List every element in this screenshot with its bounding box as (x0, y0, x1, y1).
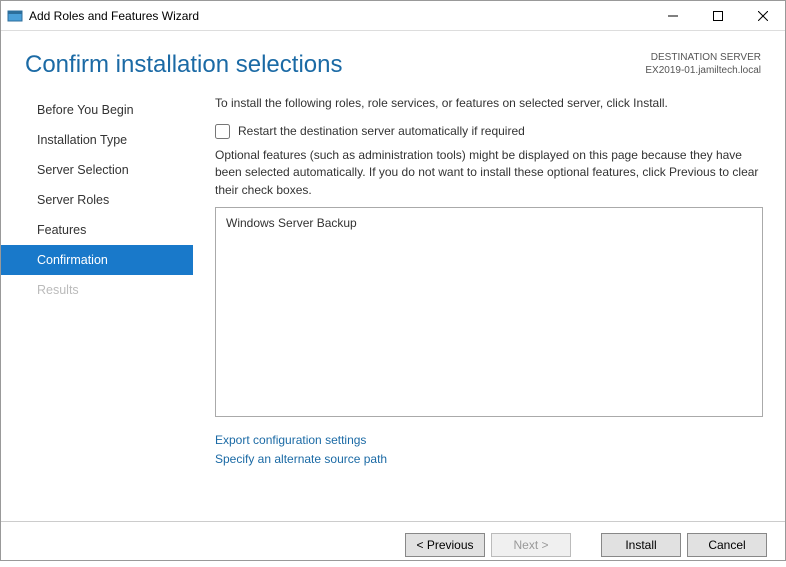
restart-checkbox-row: Restart the destination server automatic… (215, 124, 763, 139)
minimize-button[interactable] (650, 1, 695, 30)
optional-features-text: Optional features (such as administratio… (215, 147, 763, 199)
nav-installation-type[interactable]: Installation Type (1, 125, 193, 155)
links-area: Export configuration settings Specify an… (215, 431, 763, 469)
content-pane: To install the following roles, role ser… (193, 89, 785, 521)
destination-server-info: DESTINATION SERVER EX2019-01.jamiltech.l… (645, 51, 761, 77)
install-button[interactable]: Install (601, 533, 681, 557)
restart-checkbox-label: Restart the destination server automatic… (238, 124, 525, 138)
page-header: Confirm installation selections DESTINAT… (1, 31, 785, 89)
destination-value: EX2019-01.jamiltech.local (645, 64, 761, 77)
body: Before You Begin Installation Type Serve… (1, 89, 785, 521)
intro-text: To install the following roles, role ser… (215, 95, 763, 112)
previous-button[interactable]: < Previous (405, 533, 485, 557)
alternate-source-link[interactable]: Specify an alternate source path (215, 450, 763, 469)
selected-features-box: Windows Server Backup (215, 207, 763, 417)
cancel-button[interactable]: Cancel (687, 533, 767, 557)
feature-item: Windows Server Backup (226, 216, 752, 230)
nav-server-roles[interactable]: Server Roles (1, 185, 193, 215)
app-icon (7, 8, 23, 24)
page-title: Confirm installation selections (25, 51, 645, 79)
export-config-link[interactable]: Export configuration settings (215, 431, 763, 450)
maximize-button[interactable] (695, 1, 740, 30)
footer: < Previous Next > Install Cancel (1, 521, 785, 567)
restart-checkbox[interactable] (215, 124, 230, 139)
window-title: Add Roles and Features Wizard (29, 9, 650, 23)
nav-sidebar: Before You Begin Installation Type Serve… (1, 89, 193, 521)
next-button: Next > (491, 533, 571, 557)
close-button[interactable] (740, 1, 785, 30)
destination-label: DESTINATION SERVER (645, 51, 761, 64)
title-bar: Add Roles and Features Wizard (1, 1, 785, 31)
nav-before-you-begin[interactable]: Before You Begin (1, 95, 193, 125)
nav-server-selection[interactable]: Server Selection (1, 155, 193, 185)
nav-confirmation[interactable]: Confirmation (1, 245, 193, 275)
nav-results: Results (1, 275, 193, 305)
nav-features[interactable]: Features (1, 215, 193, 245)
